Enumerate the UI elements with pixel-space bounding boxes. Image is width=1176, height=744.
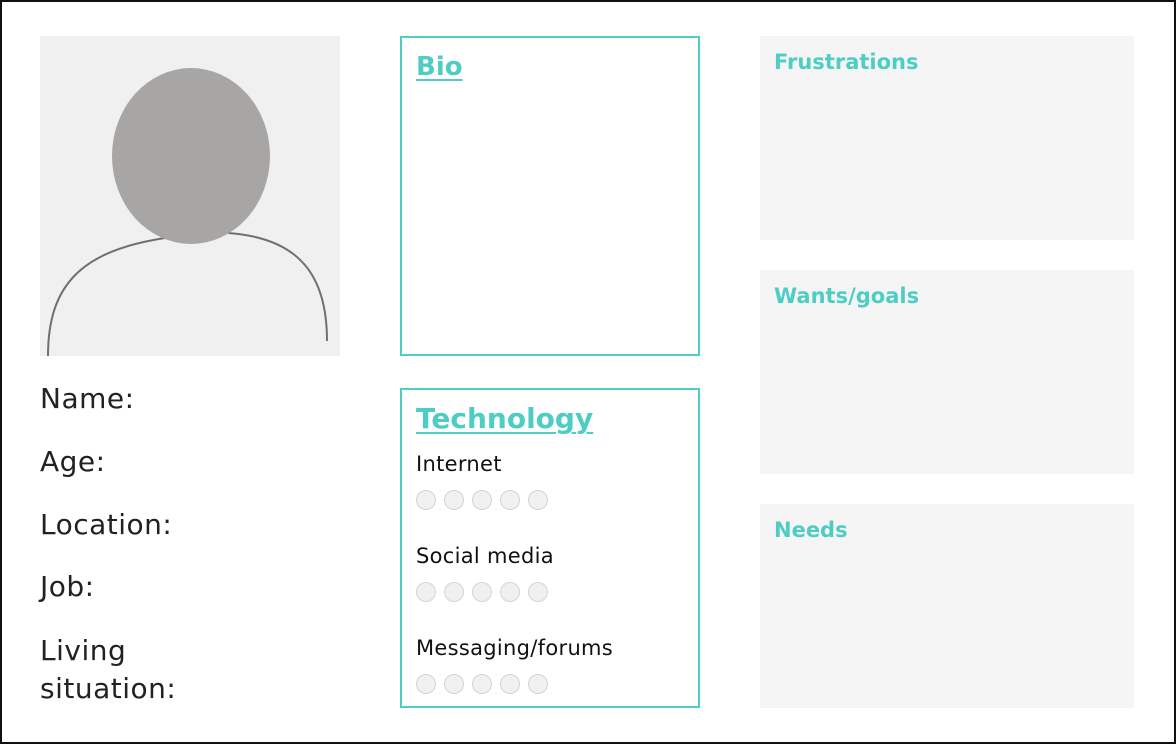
rating-dot[interactable] <box>416 582 436 602</box>
wants-goals-title: Wants/goals <box>774 284 920 308</box>
internet-rating[interactable] <box>416 490 548 510</box>
name-label: Name: <box>40 382 135 415</box>
rating-dot[interactable] <box>528 582 548 602</box>
age-label: Age: <box>40 445 106 478</box>
job-label: Job: <box>40 570 95 603</box>
technology-box: Technology Internet Social media Messagi… <box>400 388 700 708</box>
tech-label-internet: Internet <box>416 452 502 476</box>
rating-dot[interactable] <box>416 490 436 510</box>
rating-dot[interactable] <box>500 490 520 510</box>
frustrations-title: Frustrations <box>774 50 919 74</box>
bio-box[interactable]: Bio <box>400 36 700 356</box>
living-situation-label-line-1: Living <box>40 634 127 667</box>
rating-dot[interactable] <box>472 674 492 694</box>
rating-dot[interactable] <box>444 674 464 694</box>
rating-dot[interactable] <box>528 674 548 694</box>
wants-goals-panel[interactable]: Wants/goals <box>760 270 1134 474</box>
social-media-rating[interactable] <box>416 582 548 602</box>
tech-label-messaging: Messaging/forums <box>416 636 614 660</box>
living-situation-label-line-2: situation: <box>40 672 177 705</box>
messaging-rating[interactable] <box>416 674 548 694</box>
rating-dot[interactable] <box>500 582 520 602</box>
technology-title: Technology <box>416 402 594 435</box>
person-silhouette-icon <box>47 68 328 356</box>
frustrations-panel[interactable]: Frustrations <box>760 36 1134 240</box>
rating-dot[interactable] <box>528 490 548 510</box>
rating-dot[interactable] <box>500 674 520 694</box>
rating-dot[interactable] <box>444 490 464 510</box>
tech-label-social-media: Social media <box>416 544 554 568</box>
rating-dot[interactable] <box>472 582 492 602</box>
bio-title: Bio <box>416 52 463 82</box>
rating-dot[interactable] <box>444 582 464 602</box>
location-label: Location: <box>40 508 173 541</box>
rating-dot[interactable] <box>416 674 436 694</box>
needs-title: Needs <box>774 518 848 542</box>
needs-panel[interactable]: Needs <box>760 504 1134 708</box>
rating-dot[interactable] <box>472 490 492 510</box>
avatar <box>40 36 340 356</box>
